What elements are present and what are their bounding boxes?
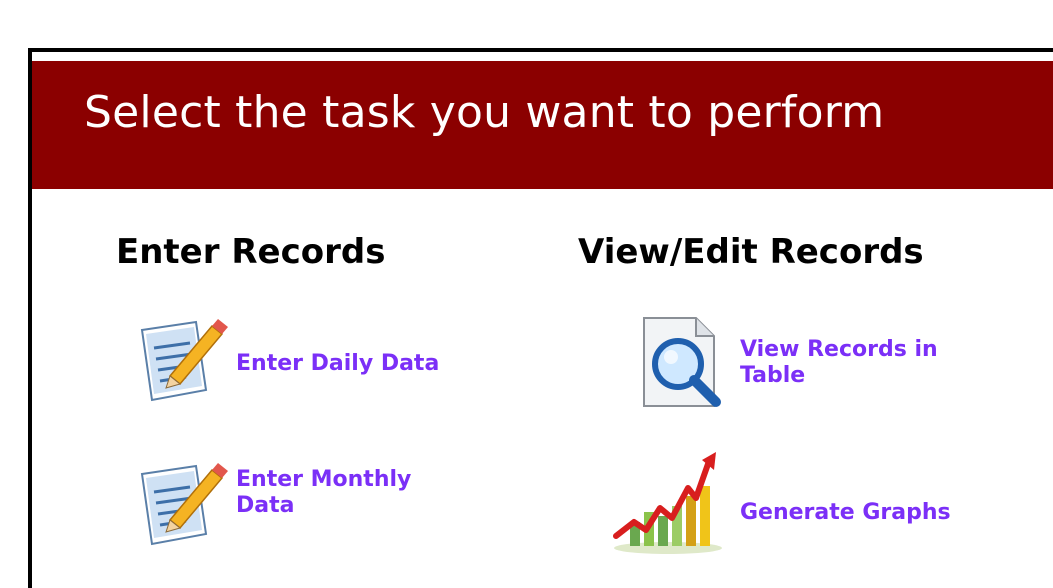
view-edit-records-heading: View/Edit Records (578, 232, 924, 272)
enter-daily-data-link[interactable]: Enter Daily Data (136, 308, 516, 408)
enter-records-heading: Enter Records (116, 232, 386, 272)
magnifier-document-icon (643, 317, 721, 407)
generate-graphs-link[interactable]: Generate Graphs (612, 450, 1052, 560)
header-banner: Select the task you want to perform (32, 61, 1053, 189)
enter-daily-data-label: Enter Daily Data (236, 351, 440, 376)
enter-monthly-data-label: Enter Monthly Data (236, 467, 412, 518)
edit-document-icon (140, 319, 228, 402)
edit-document-icon (140, 463, 228, 546)
enter-monthly-data-link[interactable]: Enter Monthly Data (136, 452, 516, 552)
generate-graphs-label: Generate Graphs (740, 500, 951, 525)
view-records-in-table-label: View Records in Table (740, 337, 938, 388)
growth-chart-icon (613, 452, 722, 554)
page-title: Select the task you want to perform (84, 87, 885, 138)
view-records-in-table-link[interactable]: View Records in Table (640, 314, 1053, 414)
task-panel: Select the task you want to perform Ente… (28, 48, 1053, 588)
